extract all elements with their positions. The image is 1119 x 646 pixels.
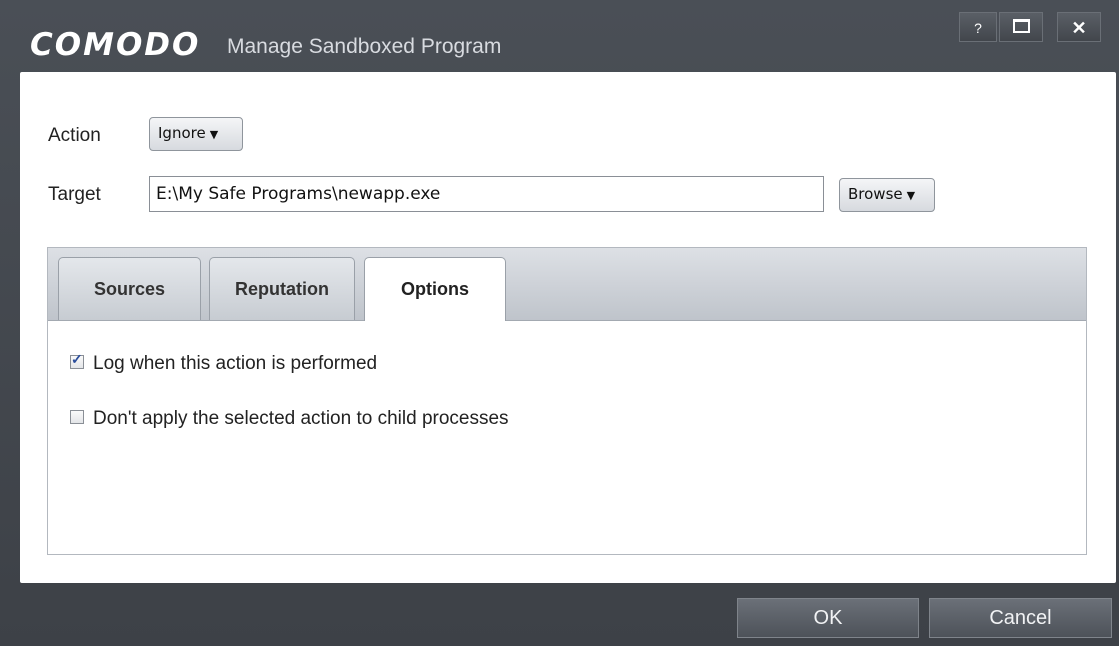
help-button[interactable]: ? — [959, 12, 997, 42]
action-dropdown-value: Ignore — [158, 124, 206, 142]
maximize-button[interactable] — [999, 12, 1043, 42]
log-action-label: Log when this action is performed — [93, 353, 378, 374]
window-title: Manage Sandboxed Program — [227, 35, 502, 58]
chevron-down-icon: ▼ — [906, 189, 916, 202]
close-icon: ✕ — [1071, 18, 1087, 38]
child-process-checkbox[interactable] — [70, 409, 84, 424]
tab-options-label: Options — [401, 279, 469, 299]
target-label: Target — [48, 184, 101, 205]
tab-reputation-label: Reputation — [235, 279, 329, 299]
tab-options[interactable]: Options — [364, 257, 506, 321]
cancel-button[interactable]: Cancel — [929, 598, 1112, 638]
tab-sources-label: Sources — [93, 279, 166, 299]
ok-button-label: OK — [813, 607, 843, 629]
tab-sources[interactable]: Sources — [58, 257, 201, 320]
close-button[interactable]: ✕ — [1057, 12, 1101, 42]
ok-button[interactable]: OK — [737, 598, 919, 638]
title-bar[interactable]: COMODO Manage Sandboxed Program ? ✕ — [0, 0, 1119, 72]
log-action-option[interactable]: Log when this action is performed — [70, 351, 378, 375]
comodo-logo: COMODO — [30, 27, 201, 63]
cancel-button-label: Cancel — [989, 607, 1052, 629]
child-process-option[interactable]: Don't apply the selected action to child… — [70, 408, 509, 430]
tab-container: Sources Reputation Options Log when this… — [47, 247, 1087, 555]
help-icon: ? — [974, 20, 982, 36]
action-dropdown[interactable]: Ignore ▼ — [149, 117, 243, 151]
tab-strip: Sources Reputation Options — [48, 248, 1086, 321]
maximize-icon — [1012, 19, 1030, 34]
browse-button-label: Browse — [848, 185, 903, 203]
child-process-label: Don't apply the selected action to child… — [93, 408, 509, 429]
action-label: Action — [48, 125, 101, 146]
browse-button[interactable]: Browse ▼ — [839, 178, 935, 212]
chevron-down-icon: ▼ — [209, 128, 219, 141]
target-input[interactable]: E:\My Safe Programs\newapp.exe — [149, 176, 824, 212]
log-action-checkbox[interactable] — [70, 351, 84, 369]
tab-reputation[interactable]: Reputation — [209, 257, 355, 320]
